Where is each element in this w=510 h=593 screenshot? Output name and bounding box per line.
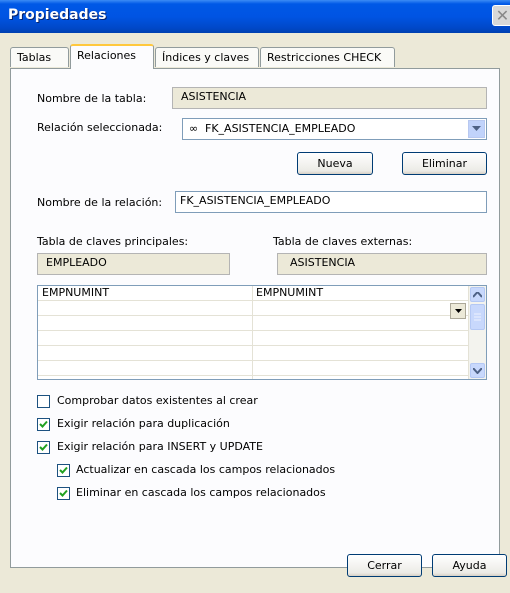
foreign-table-label: Tabla de claves externas:: [273, 235, 413, 248]
enforce-insert-update-label: Exigir relación para INSERT y UPDATE: [57, 440, 263, 453]
foreign-key-cell[interactable]: [252, 346, 468, 360]
table-row[interactable]: EMPNUMINT EMPNUMINT: [38, 286, 468, 301]
chevron-down-icon: [454, 309, 462, 313]
enforce-insert-update-checkbox[interactable]: [37, 441, 50, 454]
check-existing-data-label: Comprobar datos existentes al crear: [57, 394, 258, 407]
table-row[interactable]: [38, 301, 468, 316]
foreign-key-cell[interactable]: EMPNUMINT: [252, 286, 468, 300]
chevron-down-icon: [473, 367, 482, 374]
cell-dropdown-button[interactable]: [450, 303, 466, 319]
grid-scrollbar[interactable]: [468, 286, 486, 379]
primary-key-cell[interactable]: EMPNUMINT: [38, 286, 252, 300]
check-icon: [39, 443, 48, 451]
check-existing-data-checkbox[interactable]: [37, 395, 50, 408]
table-row[interactable]: [38, 331, 468, 346]
cascade-update-label: Actualizar en cascada los campos relacio…: [76, 463, 336, 476]
foreign-table-value: ASISTENCIA: [290, 256, 356, 269]
enforce-replication-checkbox[interactable]: [37, 418, 50, 431]
primary-key-cell[interactable]: [38, 301, 252, 315]
foreign-key-cell[interactable]: [252, 316, 468, 330]
cascade-delete-label: Eliminar en cascada los campos relaciona…: [76, 486, 326, 499]
column-divider: [252, 286, 253, 379]
foreign-table-field: ASISTENCIA: [277, 253, 487, 275]
relation-icon: ∞: [189, 122, 199, 135]
relation-name-value: FK_ASISTENCIA_EMPLEADO: [180, 194, 331, 207]
title-bar[interactable]: Propiedades ✕: [0, 0, 510, 33]
close-dialog-label: Cerrar: [367, 559, 402, 572]
primary-key-cell[interactable]: [38, 346, 252, 360]
table-row[interactable]: [38, 316, 468, 331]
scroll-thumb[interactable]: [470, 304, 485, 330]
key-columns-grid[interactable]: EMPNUMINT EMPNUMINT: [37, 285, 487, 380]
tab-label: Índices y claves: [162, 51, 250, 64]
table-row[interactable]: [38, 346, 468, 361]
chevron-up-icon: [473, 291, 482, 298]
tab-restricciones-check[interactable]: Restricciones CHECK: [260, 47, 395, 67]
table-row[interactable]: [38, 361, 468, 376]
window-title: Propiedades: [8, 7, 107, 23]
enforce-replication-label: Exigir relación para duplicación: [57, 417, 230, 430]
help-button[interactable]: Ayuda: [432, 554, 507, 577]
table-name-value: ASISTENCIA: [181, 90, 247, 103]
help-button-label: Ayuda: [452, 559, 487, 572]
close-icon: ✕: [495, 6, 510, 25]
grip-icon: [474, 313, 481, 321]
check-icon: [59, 466, 68, 474]
tab-label: Relaciones: [77, 49, 137, 62]
foreign-key-cell[interactable]: [252, 331, 468, 345]
scroll-up-button[interactable]: [470, 287, 485, 302]
delete-button-label: Eliminar: [421, 157, 468, 170]
new-button[interactable]: Nueva: [297, 152, 373, 175]
selected-relation-combo[interactable]: ∞ FK_ASISTENCIA_EMPLEADO: [182, 118, 487, 140]
combo-dropdown-button[interactable]: [468, 120, 485, 138]
table-name-label: Nombre de la tabla:: [37, 92, 147, 105]
tab-indices-claves[interactable]: Índices y claves: [155, 47, 259, 67]
new-button-label: Nueva: [317, 157, 353, 170]
tab-label: Tablas: [17, 51, 52, 64]
tab-tablas[interactable]: Tablas: [10, 47, 69, 67]
selected-relation-label: Relación seleccionada:: [37, 121, 163, 134]
cascade-delete-checkbox[interactable]: [57, 487, 70, 500]
primary-key-cell[interactable]: [38, 361, 252, 375]
relation-name-label: Nombre de la relación:: [37, 196, 163, 209]
close-dialog-button[interactable]: Cerrar: [347, 554, 422, 577]
primary-table-field: EMPLEADO: [37, 253, 230, 275]
check-icon: [59, 489, 68, 497]
tab-label: Restricciones CHECK: [267, 51, 382, 64]
primary-table-value: EMPLEADO: [46, 256, 107, 269]
primary-table-label: Tabla de claves principales:: [37, 235, 189, 248]
primary-key-cell[interactable]: [38, 331, 252, 345]
table-name-field: ASISTENCIA: [172, 87, 487, 109]
close-button[interactable]: ✕: [492, 5, 510, 26]
foreign-key-cell[interactable]: [252, 361, 468, 375]
scroll-down-button[interactable]: [470, 363, 485, 378]
foreign-key-cell[interactable]: [252, 301, 468, 315]
tab-relaciones[interactable]: Relaciones: [70, 44, 154, 69]
selected-relation-value: FK_ASISTENCIA_EMPLEADO: [205, 122, 356, 135]
relation-name-input[interactable]: FK_ASISTENCIA_EMPLEADO: [175, 191, 487, 213]
primary-key-cell[interactable]: [38, 316, 252, 330]
check-icon: [39, 420, 48, 428]
delete-button[interactable]: Eliminar: [402, 152, 487, 175]
chevron-down-icon: [472, 126, 481, 131]
cascade-update-checkbox[interactable]: [57, 464, 70, 477]
